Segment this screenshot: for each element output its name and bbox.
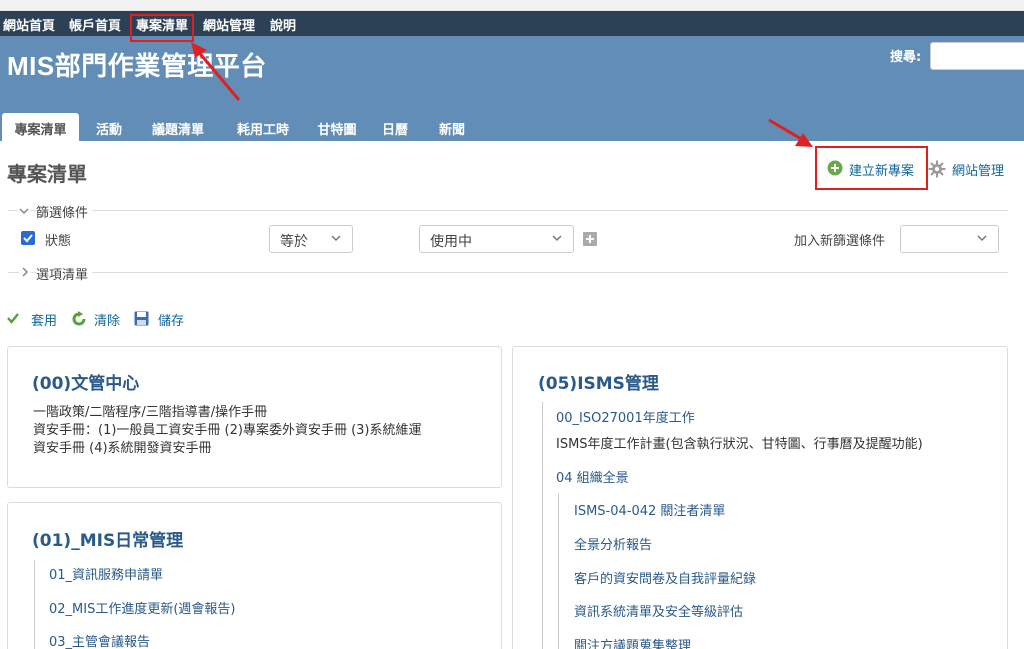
tab-projects[interactable]: 專案清單 — [2, 113, 79, 141]
top-menu-home[interactable]: 網站首頁 — [3, 15, 55, 34]
toggle-multiselect-icon[interactable] — [583, 232, 597, 246]
options-divider — [8, 272, 1008, 273]
annotation-arrow-icon — [191, 42, 241, 101]
project-title-05[interactable]: (05)ISMS管理 — [538, 369, 659, 394]
project-box-05: (05)ISMS管理 00_ISO27001年度工作 ISMS年度工作計畫(包含… — [512, 346, 1008, 649]
status-filter-label: 狀態 — [45, 234, 72, 249]
save-link[interactable]: 儲存 — [158, 310, 184, 329]
subproject-link[interactable]: 04 組織全景 — [556, 467, 629, 486]
chevron-down-icon — [551, 232, 563, 248]
top-menu-help[interactable]: 說明 — [270, 15, 296, 34]
top-menu-my-page[interactable]: 帳戶首頁 — [69, 15, 121, 34]
browser-top-strip — [0, 0, 1024, 11]
status-operator-value: 等於 — [280, 234, 308, 250]
subproject-link[interactable]: 01_資訊服務申請單 — [49, 564, 163, 583]
subproject-tree-line — [542, 402, 543, 649]
project-desc-line-2: 資安手冊：(1)一般員工資安手冊 (2)專案委外資安手冊 (3)系統維運 — [33, 423, 422, 438]
subproject-link[interactable]: 關注方議題蒐集整理 — [574, 635, 691, 649]
top-menu-administration[interactable]: 網站管理 — [203, 15, 255, 34]
project-title-00[interactable]: (00)文管中心 — [32, 369, 139, 394]
subproject-link[interactable]: 全景分析報告 — [574, 534, 652, 553]
chevron-down-icon — [330, 232, 342, 248]
project-title-01[interactable]: (01)_MIS日常管理 — [32, 526, 183, 551]
subproject-link[interactable]: 00_ISO27001年度工作 — [556, 407, 695, 426]
subproject-link[interactable]: 02_MIS工作進度更新(週會報告) — [49, 598, 236, 617]
tab-news[interactable]: 新聞 — [430, 113, 474, 141]
checkmark-icon — [6, 311, 20, 325]
subproject-description: ISMS年度工作計畫(包含執行狀況、甘特圖、行事曆及提醒功能) — [556, 437, 923, 452]
status-operator-select[interactable]: 等於 — [269, 225, 353, 253]
tab-calendar[interactable]: 日曆 — [373, 113, 417, 141]
filters-legend[interactable]: 篩選條件 — [36, 202, 93, 221]
search-input[interactable] — [930, 42, 1024, 70]
save-icon — [134, 311, 149, 326]
apply-link[interactable]: 套用 — [31, 310, 57, 329]
project-desc-line-1: 一階政策/二階程序/三階指導書/操作手冊 — [33, 405, 268, 420]
administration-link[interactable]: 網站管理 — [952, 160, 1004, 179]
project-box-00: (00)文管中心 一階政策/二階程序/三階指導書/操作手冊 資安手冊：(1)一般… — [7, 346, 502, 488]
gear-icon — [928, 160, 946, 178]
status-value-text: 使用中 — [430, 234, 472, 250]
page-title: 專案清單 — [7, 162, 87, 186]
filters-divider — [8, 210, 1008, 211]
status-filter-checkbox[interactable] — [21, 231, 35, 245]
subproject-link[interactable]: 客戶的資安問卷及自我評量紀錄 — [574, 568, 756, 587]
tab-gantt[interactable]: 甘特圖 — [308, 113, 366, 141]
tab-issues[interactable]: 議題清單 — [140, 113, 216, 141]
subproject-link[interactable]: 資訊系統清單及安全等級評估 — [574, 601, 743, 620]
annotation-highlight-projects-menu — [130, 14, 194, 42]
subproject-tree-line — [34, 560, 35, 649]
annotation-highlight-new-project — [815, 146, 928, 190]
annotation-arrow-icon — [768, 118, 813, 147]
tab-time-entries[interactable]: 耗用工時 — [224, 113, 302, 141]
subproject-link[interactable]: ISMS-04-042 關注者清單 — [574, 500, 725, 519]
chevron-down-icon — [976, 232, 988, 248]
project-desc-line-3: 資安手冊 (4)系統開發資安手冊 — [33, 441, 212, 456]
subproject-tree-line — [558, 493, 559, 649]
project-box-01: (01)_MIS日常管理 01_資訊服務申請單 02_MIS工作進度更新(週會報… — [7, 502, 502, 649]
filters-expand-icon[interactable] — [18, 205, 30, 215]
add-filter-select[interactable] — [900, 225, 999, 253]
tab-activity[interactable]: 活動 — [84, 113, 134, 141]
reload-icon — [71, 311, 87, 327]
options-collapse-icon[interactable] — [19, 266, 31, 278]
options-legend[interactable]: 選項清單 — [36, 264, 93, 283]
clear-link[interactable]: 清除 — [94, 310, 120, 329]
add-filter-label: 加入新篩選條件 — [794, 234, 886, 249]
search-label: 搜尋: — [890, 50, 922, 65]
subproject-link[interactable]: 03_主管會議報告 — [49, 631, 150, 649]
status-value-select[interactable]: 使用中 — [419, 225, 574, 253]
